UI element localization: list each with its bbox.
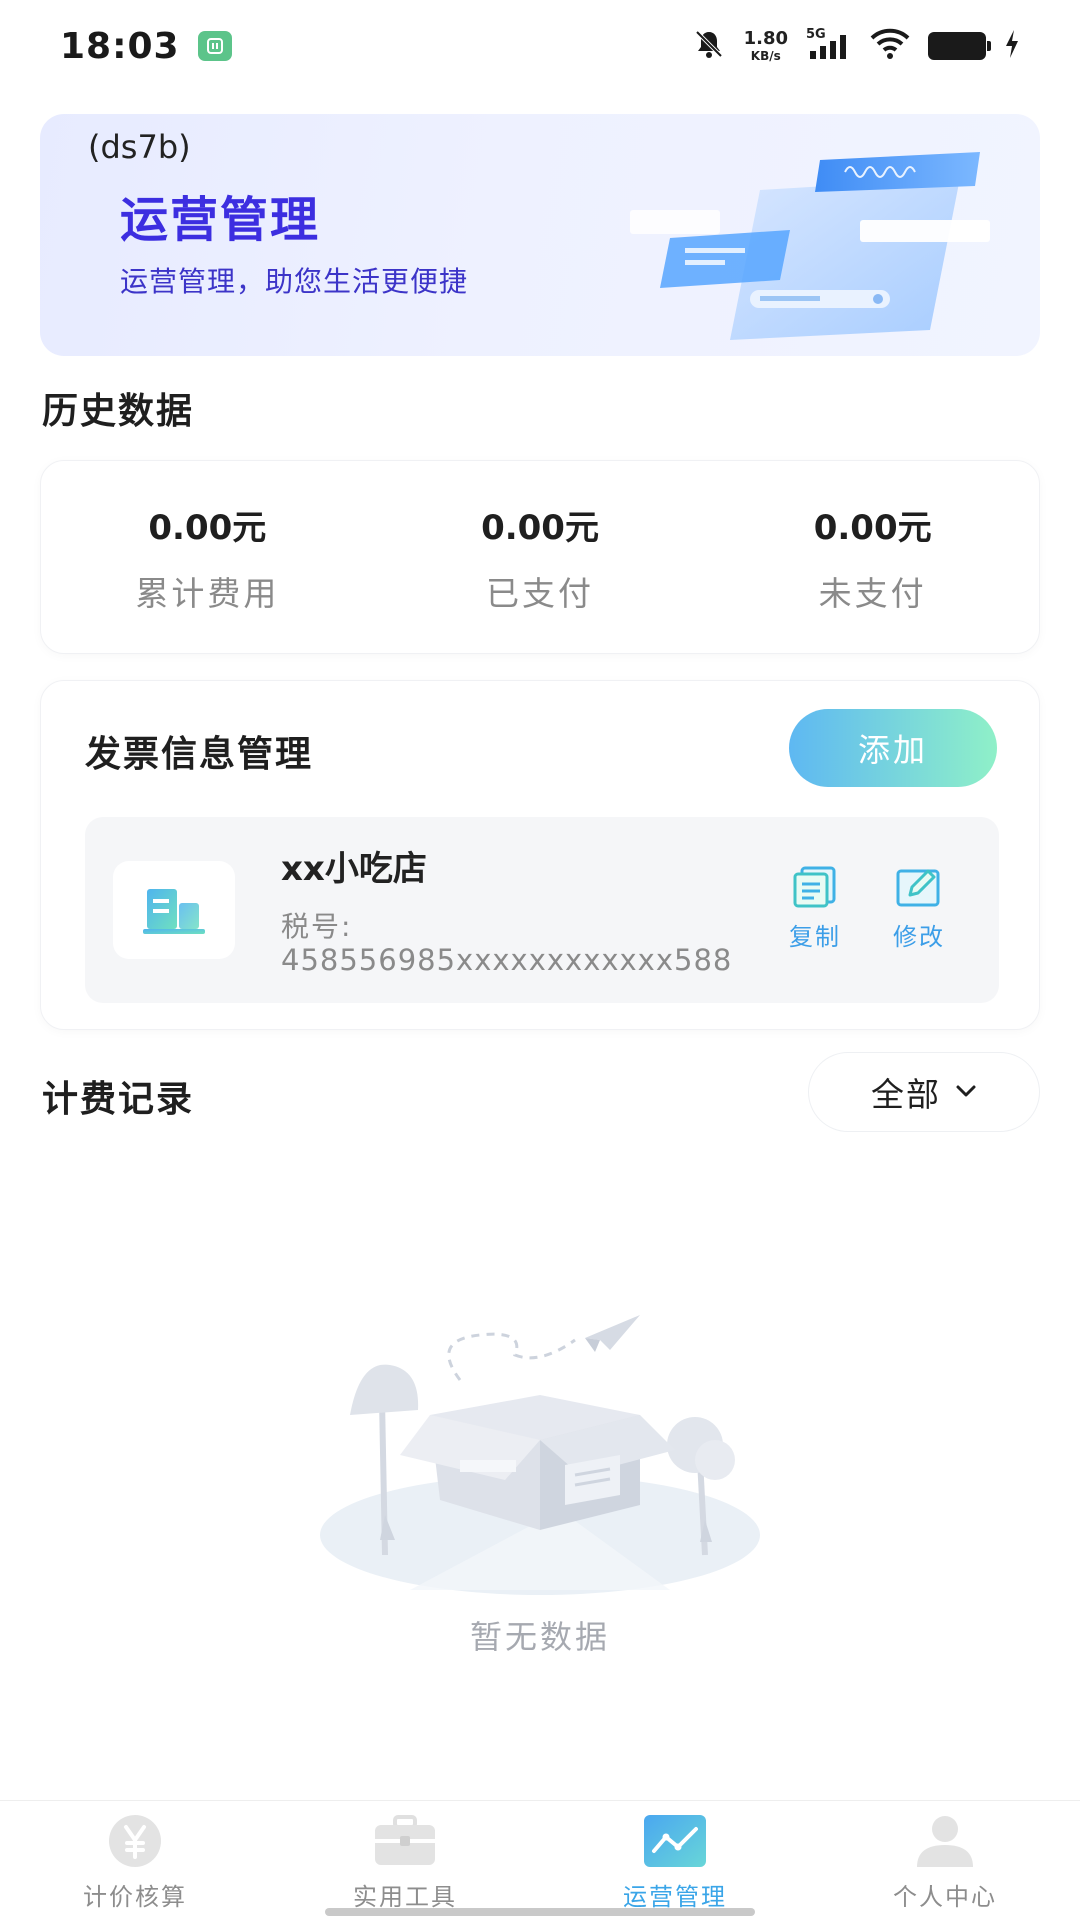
nav-label-pricing: 计价核算 (83, 1883, 187, 1911)
signal-icon: 5G (806, 27, 852, 63)
nav-label-operations: 运营管理 (623, 1883, 727, 1911)
copy-button[interactable]: 复制 (775, 865, 855, 952)
billing-title: 计费记录 (42, 1079, 195, 1120)
stat-paid-label: 已支付 (486, 573, 594, 613)
billing-filter-dropdown[interactable]: 全部 (808, 1052, 1040, 1132)
app-notification-icon (197, 31, 232, 61)
nav-item-profile[interactable]: 个人中心 (810, 1801, 1080, 1920)
banner-subtitle: 运营管理，助您生活更便捷 (120, 265, 469, 298)
empty-state-text: 暂无数据 (469, 1618, 610, 1656)
history-title: 历史数据 (42, 391, 195, 432)
banner-title: 运营管理 (120, 192, 321, 248)
empty-box-illustration-icon (320, 1315, 760, 1595)
edit-label: 修改 (893, 923, 945, 951)
stat-unpaid-value: 0.00元 (813, 507, 932, 548)
history-stats-card: 0.00元 累计费用 0.00元 已支付 0.00元 未支付 (40, 460, 1040, 654)
person-icon (909, 1811, 981, 1871)
home-indicator[interactable] (325, 1908, 755, 1916)
charging-icon (1004, 30, 1020, 62)
edit-icon (896, 869, 940, 907)
battery-icon (928, 32, 991, 60)
nav-item-operations[interactable]: 运营管理 (540, 1801, 810, 1920)
stat-paid: 0.00元 已支付 (374, 500, 707, 615)
edit-button[interactable]: 修改 (879, 865, 959, 952)
dashboard-illustration-icon (630, 152, 990, 340)
stat-total: 0.00元 累计费用 (41, 500, 374, 615)
chevron-down-icon (955, 1083, 977, 1102)
copy-label: 复制 (789, 923, 841, 951)
stat-total-value: 0.00元 (148, 507, 267, 548)
invoice-title: 发票信息管理 (85, 734, 314, 775)
wifi-icon (870, 28, 910, 64)
mute-bell-icon (692, 27, 726, 65)
briefcase-icon (369, 1811, 441, 1871)
nav-item-tools[interactable]: 实用工具 (270, 1801, 540, 1920)
status-time: 18:03 (60, 25, 180, 67)
status-bar: 18:03 1.80 KB/s 5G (0, 0, 1080, 92)
invoice-card: 发票信息管理 添加 xx小吃店 税号: 458556985xxxxxxxxxxx… (40, 680, 1040, 1030)
banner-code: (ds7b) (88, 128, 191, 166)
nav-label-profile: 个人中心 (893, 1883, 997, 1911)
stat-total-label: 累计费用 (135, 573, 280, 613)
company-building-icon (113, 861, 235, 959)
nav-item-pricing[interactable]: 计价核算 (0, 1801, 270, 1920)
banner: (ds7b) 运营管理 运营管理，助您生活更便捷 (40, 114, 1040, 356)
company-name: xx小吃店 (281, 849, 427, 889)
stat-unpaid: 0.00元 未支付 (706, 500, 1039, 615)
stat-paid-value: 0.00元 (481, 507, 599, 548)
copy-icon (793, 866, 836, 908)
tax-number: 458556985xxxxxxxxxxxx588 (281, 943, 733, 977)
stat-unpaid-label: 未支付 (818, 573, 927, 613)
status-indicators: 1.80 KB/s 5G (692, 27, 1020, 65)
invoice-item[interactable]: xx小吃店 税号: 458556985xxxxxxxxxxxx588 复制 修改 (85, 817, 999, 1003)
filter-value: 全部 (871, 1075, 941, 1114)
add-invoice-button[interactable]: 添加 (789, 709, 997, 787)
nav-label-tools: 实用工具 (353, 1883, 457, 1911)
tax-label: 税号: (281, 910, 353, 943)
yen-icon (99, 1811, 171, 1871)
bottom-nav: 计价核算 实用工具 运营管理 个人中心 (0, 1800, 1080, 1920)
chart-icon (639, 1811, 711, 1871)
network-speed: 1.80 KB/s (743, 28, 788, 63)
